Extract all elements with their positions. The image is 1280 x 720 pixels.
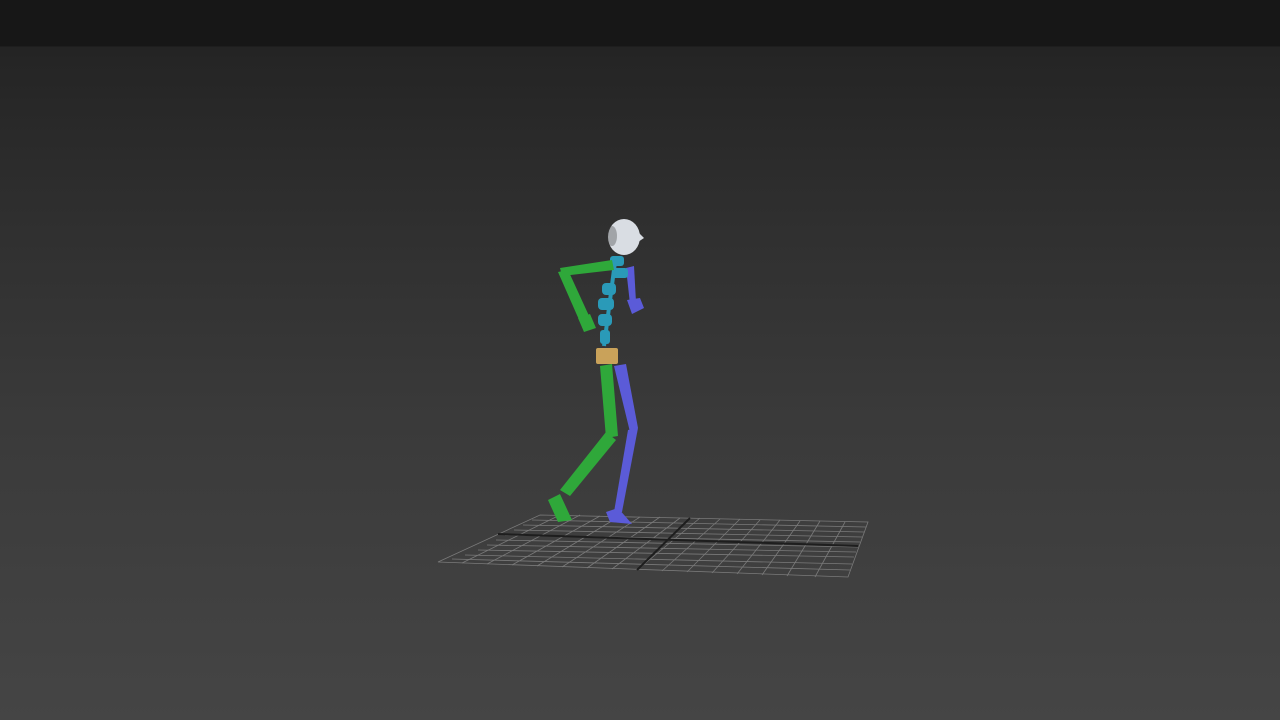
biped-character[interactable] <box>548 219 644 524</box>
right-arm[interactable] <box>626 266 644 314</box>
ground-grid <box>437 514 869 578</box>
scene-canvas[interactable] <box>0 0 1280 720</box>
left-leg[interactable] <box>548 364 618 522</box>
head[interactable] <box>607 219 644 255</box>
pelvis[interactable] <box>596 348 618 364</box>
3d-viewport[interactable] <box>0 0 1280 720</box>
